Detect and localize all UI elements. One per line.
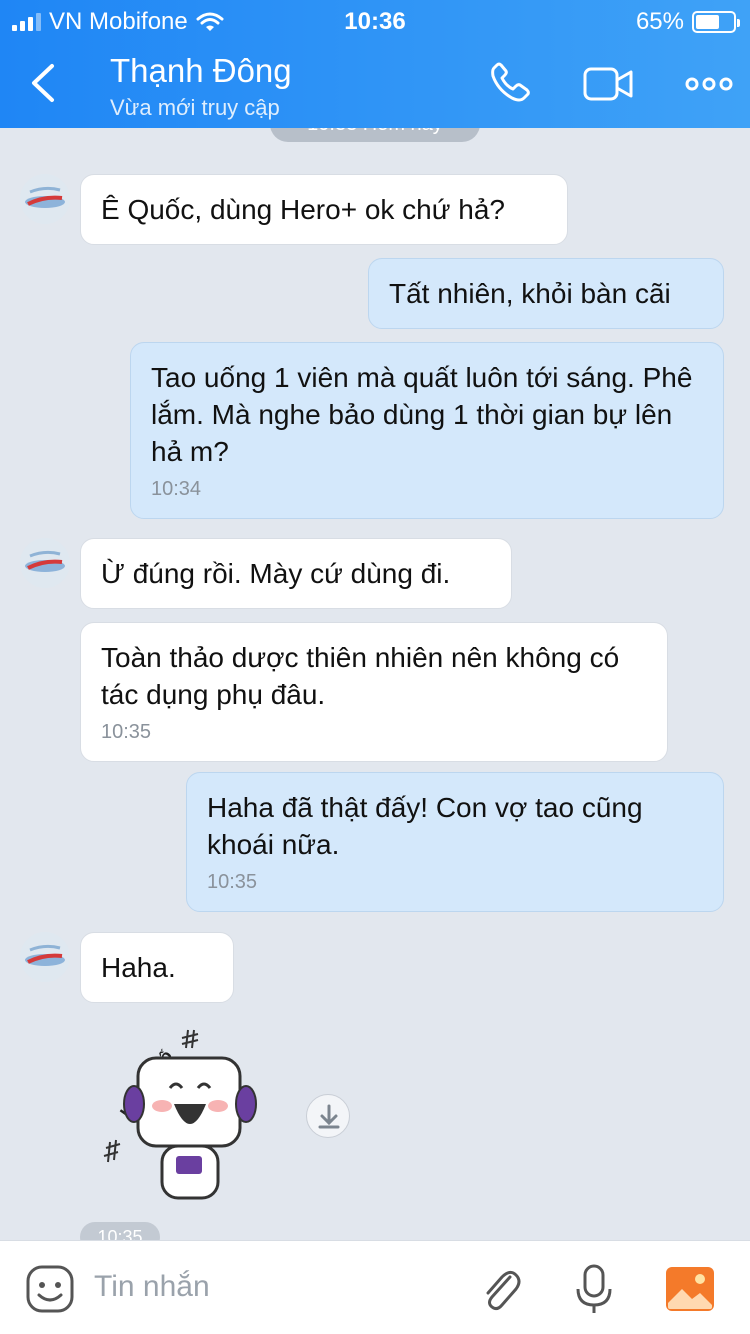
attach-button[interactable] <box>474 1263 526 1315</box>
avatar[interactable] <box>20 174 70 224</box>
composer-bar <box>0 1240 750 1334</box>
back-button[interactable] <box>24 58 64 108</box>
image-button[interactable] <box>664 1263 716 1315</box>
message-bubble-incoming[interactable]: Toàn thảo dược thiên nhiên nên không có … <box>80 622 668 762</box>
message-bubble-incoming[interactable]: Ê Quốc, dùng Hero+ ok chứ hả? <box>80 174 568 245</box>
message-time: 10:35 <box>80 1222 160 1240</box>
call-button[interactable] <box>484 60 536 108</box>
message-bubble-incoming[interactable]: Ừ đúng rồi. Mày cứ dùng đi. <box>80 538 512 609</box>
message-text: Ừ đúng rồi. Mày cứ dùng đi. <box>101 558 451 589</box>
voice-button[interactable] <box>568 1263 620 1315</box>
chat-area[interactable]: 10:33 Hôm nay Ê Quốc, dùng Hero+ ok chứ … <box>0 128 750 1240</box>
avatar[interactable] <box>20 932 70 982</box>
status-bar: VN Mobifone 10:36 65% <box>0 0 750 42</box>
video-call-button[interactable] <box>582 60 634 108</box>
date-divider: 10:33 Hôm nay <box>270 128 480 142</box>
battery-icon <box>692 11 740 33</box>
message-time: 10:35 <box>101 721 152 743</box>
emoji-button[interactable] <box>24 1263 76 1315</box>
message-text: Tao uống 1 viên mà quất luôn tới sáng. P… <box>151 362 693 467</box>
phone-icon <box>491 62 530 102</box>
back-icon <box>32 64 54 102</box>
more-button[interactable] <box>684 60 734 108</box>
contact-name[interactable]: Thạnh Đông <box>110 52 292 90</box>
message-time: 10:34 <box>151 478 202 500</box>
message-bubble-outgoing[interactable]: Tao uống 1 viên mà quất luôn tới sáng. P… <box>130 342 724 519</box>
message-text: Haha đã thật đấy! Con vợ tao cũng khoái … <box>207 792 643 860</box>
chat-header: VN Mobifone 10:36 65% Thạnh Đông Vừa mới… <box>0 0 750 128</box>
battery-percent: 65% <box>635 8 684 35</box>
message-text: Tất nhiên, khỏi bàn cãi <box>389 278 671 309</box>
avatar[interactable] <box>20 538 70 588</box>
message-text: Haha. <box>101 952 176 983</box>
attachment-icon <box>486 1270 521 1311</box>
message-input[interactable] <box>94 1261 434 1313</box>
image-icon <box>666 1267 714 1311</box>
message-text: Toàn thảo dược thiên nhiên nên không có … <box>101 642 620 710</box>
contact-status: Vừa mới truy cập <box>110 95 280 120</box>
download-icon <box>318 1104 340 1129</box>
status-right: 65% <box>635 8 740 36</box>
microphone-icon <box>576 1264 612 1313</box>
download-button[interactable] <box>306 1094 350 1138</box>
message-bubble-incoming[interactable]: Haha. <box>80 932 234 1003</box>
message-bubble-outgoing[interactable]: Haha đã thật đấy! Con vợ tao cũng khoái … <box>186 772 724 912</box>
more-icon <box>685 77 733 91</box>
sticker[interactable]: Hố Hố Hố <box>90 1026 270 1216</box>
message-text: Ê Quốc, dùng Hero+ ok chứ hả? <box>101 194 505 225</box>
emoji-icon <box>26 1265 74 1313</box>
message-bubble-outgoing[interactable]: Tất nhiên, khỏi bàn cãi <box>368 258 724 329</box>
video-icon <box>583 67 633 101</box>
message-time: 10:35 <box>207 871 258 893</box>
